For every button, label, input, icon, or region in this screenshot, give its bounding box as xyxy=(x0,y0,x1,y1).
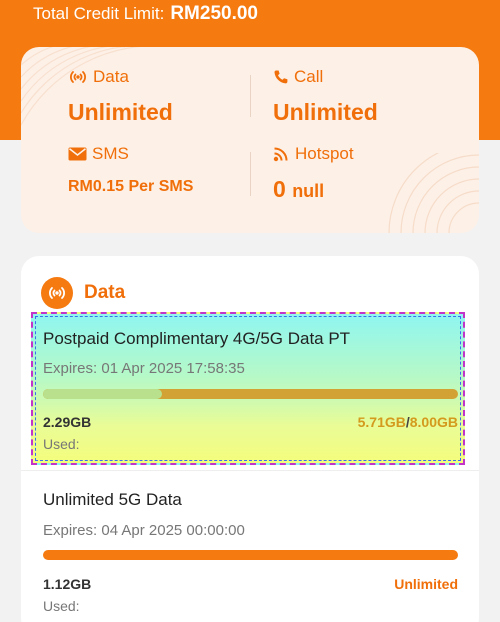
data-usage-card: Data Postpaid Complimentary 4G/5G Data P… xyxy=(21,256,479,622)
data-section-header: Data xyxy=(41,277,125,309)
envelope-icon xyxy=(68,147,87,161)
summary-hotspot-value: 0 null xyxy=(273,176,354,203)
hotspot-icon xyxy=(273,147,288,161)
summary-data: Data Unlimited xyxy=(68,67,173,126)
used-amount: 1.12GB xyxy=(43,576,92,592)
divider xyxy=(21,470,479,471)
plan-name: Unlimited 5G Data xyxy=(43,490,182,509)
summary-sms: SMS RM0.15 Per SMS xyxy=(68,144,193,196)
summary-hotspot: Hotspot 0 null xyxy=(273,144,354,203)
remaining-total: 5.71GB/8.00GB xyxy=(358,414,458,430)
summary-call: Call Unlimited xyxy=(273,67,378,126)
summary-call-value: Unlimited xyxy=(273,99,378,125)
summary-data-label: Data xyxy=(93,67,129,86)
used-amount: 2.29GB xyxy=(43,414,92,430)
signal-icon xyxy=(70,71,86,83)
credit-limit: Total Credit Limit: RM250.00 xyxy=(33,3,258,25)
divider xyxy=(250,152,251,196)
summary-hotspot-label: Hotspot xyxy=(295,144,354,163)
data-section-title: Data xyxy=(84,282,126,303)
summary-data-value: Unlimited xyxy=(68,99,173,125)
plan-expiry: Expires: 01 Apr 2025 17:58:35 xyxy=(43,360,245,377)
credit-limit-label: Total Credit Limit: xyxy=(33,4,165,23)
usage-progress-used xyxy=(43,389,162,399)
plan-expiry: Expires: 04 Apr 2025 00:00:00 xyxy=(43,522,245,539)
used-label: Used: xyxy=(43,436,80,452)
summary-sms-value: RM0.15 Per SMS xyxy=(68,178,194,195)
usage-progress-bar xyxy=(43,389,458,399)
phone-icon xyxy=(274,70,288,84)
total-amount: Unlimited xyxy=(394,576,458,592)
used-label: Used: xyxy=(43,598,80,614)
remaining-amount: 5.71GB xyxy=(357,414,406,430)
credit-limit-amount: RM250.00 xyxy=(170,3,258,24)
plan-name: Postpaid Complimentary 4G/5G Data PT xyxy=(43,329,351,348)
signal-icon xyxy=(41,277,73,309)
usage-progress-bar xyxy=(43,550,458,560)
summary-call-label: Call xyxy=(294,67,324,86)
summary-sms-label: SMS xyxy=(92,144,129,163)
total-amount: 8.00GB xyxy=(409,414,458,430)
decorative-arcs xyxy=(388,153,479,233)
hotspot-value-number: 0 xyxy=(273,176,286,202)
hotspot-value-unit: null xyxy=(292,181,325,201)
divider xyxy=(250,75,251,117)
plan-summary-card: Data Unlimited Call Unlimited SMS RM0.15… xyxy=(21,47,479,233)
